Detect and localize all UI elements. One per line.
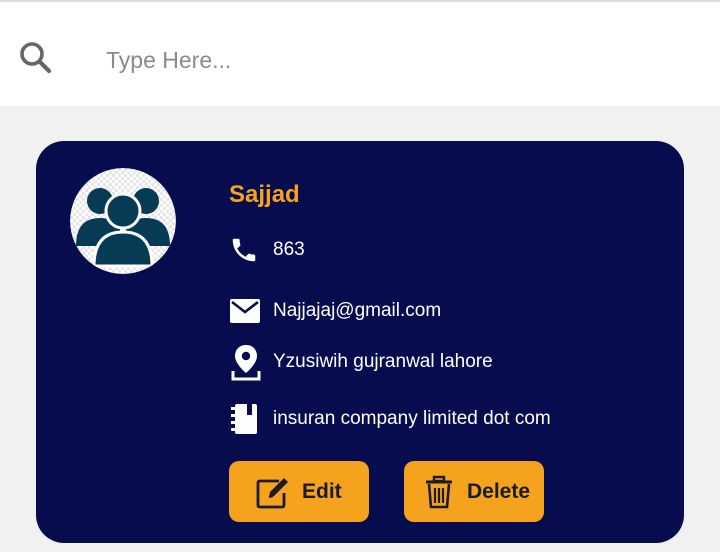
notebook-icon — [229, 402, 263, 436]
edit-icon — [255, 474, 291, 510]
search-icon[interactable] — [16, 38, 56, 78]
email-text: Najjajaj@gmail.com — [273, 300, 442, 321]
contact-name: Sajjad — [229, 181, 300, 208]
contact-card[interactable]: Sajjad 863 Najjajaj@gmail.com Yzusiwih g… — [36, 141, 684, 543]
phone-icon — [229, 233, 263, 267]
search-bar — [0, 2, 720, 106]
location-pin-icon — [229, 345, 263, 381]
trash-icon — [424, 474, 460, 510]
edit-button[interactable]: Edit — [229, 461, 369, 522]
delete-label: Delete — [467, 479, 531, 503]
search-input[interactable] — [106, 40, 686, 80]
edit-label: Edit — [302, 479, 342, 503]
email-row: Najjajaj@gmail.com — [229, 294, 441, 328]
company-text: insuran company limited dot com — [273, 408, 551, 429]
address-row: Yzusiwih gujranwal lahore — [229, 345, 493, 381]
phone-text: 863 — [273, 239, 305, 260]
address-text: Yzusiwih gujranwal lahore — [273, 351, 493, 372]
company-row: insuran company limited dot com — [229, 402, 551, 436]
avatar — [70, 168, 176, 274]
delete-button[interactable]: Delete — [404, 461, 544, 522]
phone-row: 863 — [229, 233, 305, 267]
mail-icon — [229, 294, 263, 328]
